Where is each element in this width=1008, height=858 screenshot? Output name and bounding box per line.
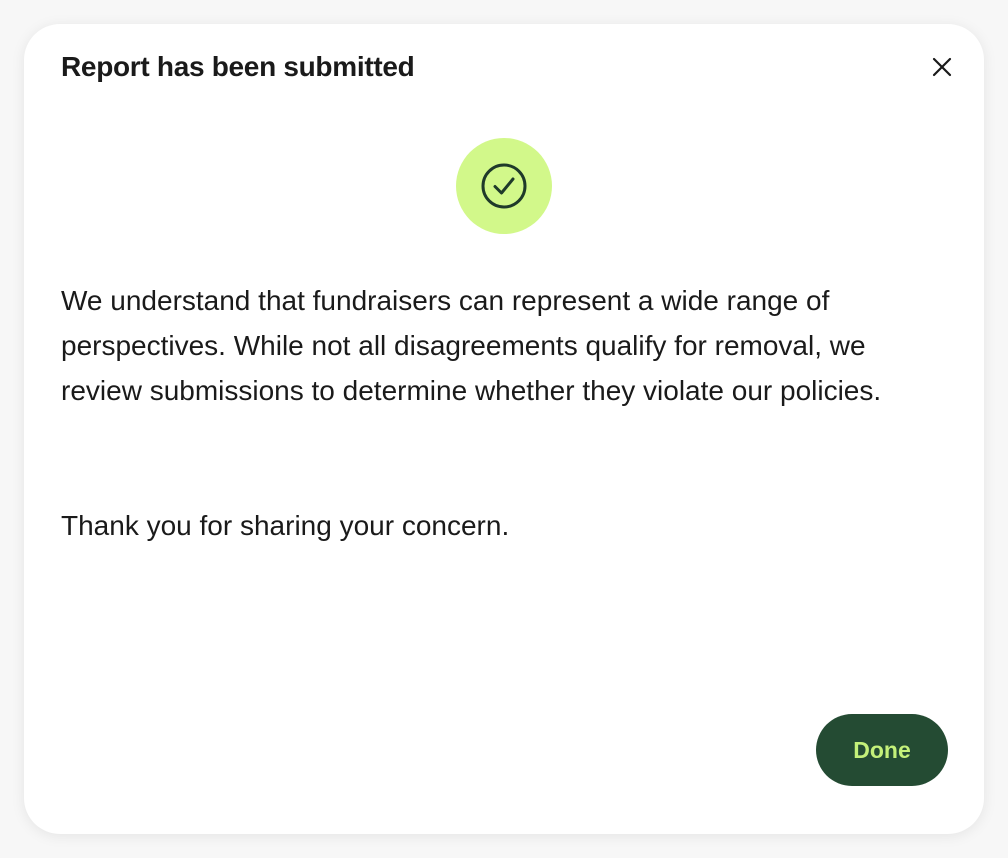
dialog-message: We understand that fundraisers can repre… [61,285,882,406]
done-button[interactable]: Done [816,714,948,786]
thank-you-message: Thank you for sharing your concern. [61,510,510,541]
dialog-title: Report has been submitted [61,51,415,82]
report-submitted-dialog: Report has been submitted We understand … [24,24,984,834]
check-circle-icon [481,163,527,209]
close-button[interactable] [924,49,960,85]
success-badge [456,138,552,234]
close-icon [932,57,952,77]
